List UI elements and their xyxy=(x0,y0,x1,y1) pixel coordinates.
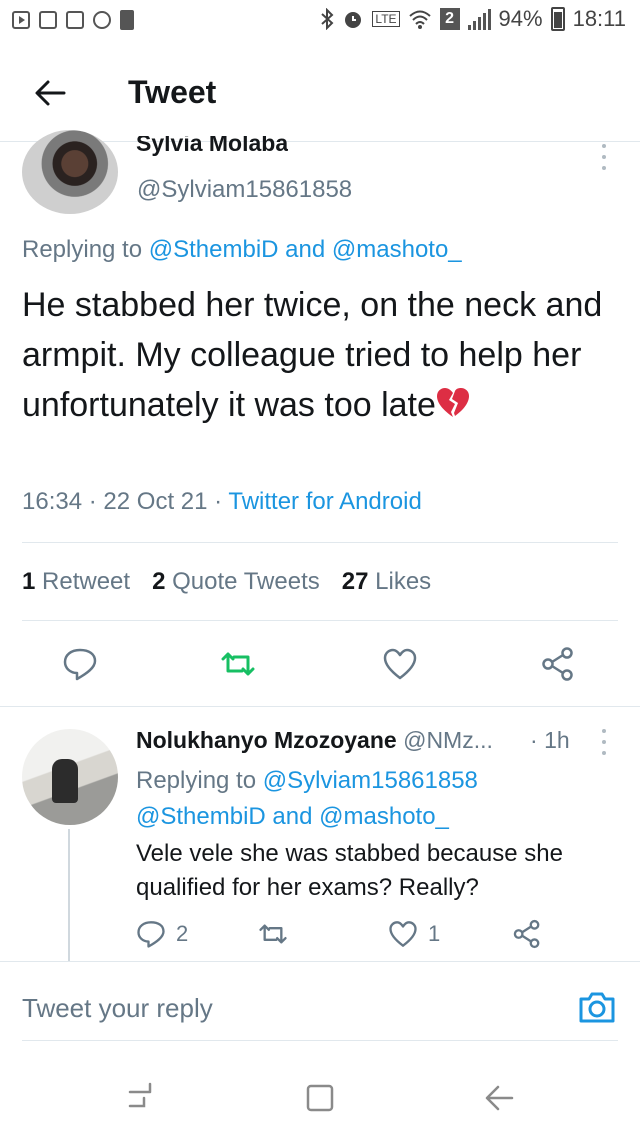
mention-link[interactable]: @SthembiD xyxy=(149,236,279,263)
back-nav-icon[interactable] xyxy=(480,1078,520,1118)
reply-time: · 1h xyxy=(530,727,570,753)
mail-notification-icon xyxy=(39,11,57,29)
reply-like-button[interactable]: 1 xyxy=(388,919,440,949)
reply-icon[interactable] xyxy=(62,646,98,682)
like-count: 1 xyxy=(428,921,441,946)
tweet-actions xyxy=(0,642,640,690)
replying-and[interactable]: and xyxy=(272,803,312,830)
replying-prefix: Replying to xyxy=(136,767,257,794)
battery-icon xyxy=(550,7,565,31)
tweet-options-icon[interactable] xyxy=(602,144,608,170)
tweet-stats: 1 Retweet 2 Quote Tweets 27 Likes xyxy=(22,568,431,596)
mention-link[interactable]: @mashoto_ xyxy=(319,803,449,830)
status-bar: LTE 2 94% 18:11 xyxy=(0,0,640,44)
clock: 18:11 xyxy=(572,6,626,31)
reply-author-name[interactable]: Nolukhanyo Mzozoyane xyxy=(136,727,397,753)
tweet-source-link[interactable]: Twitter for Android xyxy=(228,488,421,515)
battery-percent: 94% xyxy=(498,6,543,31)
like-heart-icon[interactable] xyxy=(382,646,418,682)
image-notification-icon xyxy=(66,11,84,29)
divider xyxy=(22,542,618,543)
author-handle[interactable]: @Sylviam15861858 xyxy=(137,176,352,204)
page-title: Tweet xyxy=(128,74,217,110)
replying-prefix: Replying to xyxy=(22,236,143,263)
reply-time-value: 1h xyxy=(544,727,570,753)
signal-icon xyxy=(467,8,491,30)
video-notification-icon xyxy=(12,11,30,29)
reply-author[interactable]: Nolukhanyo Mzozoyane @NMz... xyxy=(136,727,493,754)
retweet-icon xyxy=(259,924,287,944)
replying-and[interactable]: and xyxy=(285,236,325,263)
reply-count: 2 xyxy=(176,921,189,946)
tweet-meta: 16:34 · 22 Oct 21 · Twitter for Android xyxy=(22,488,422,516)
mention-link[interactable]: @SthembiD xyxy=(136,803,266,830)
share-icon xyxy=(513,919,540,949)
tweet-text: He stabbed her twice, on the neck and ar… xyxy=(22,280,622,430)
system-indicators: LTE 2 94% 18:11 xyxy=(320,6,626,32)
bluetooth-icon xyxy=(321,8,334,30)
reply-reply-button[interactable]: 2 xyxy=(136,919,188,949)
network-label: LTE xyxy=(372,11,400,27)
meta-separator: · xyxy=(214,488,223,515)
app-header: Tweet xyxy=(0,44,640,142)
wifi-icon xyxy=(408,10,431,29)
mention-link[interactable]: @mashoto_ xyxy=(332,236,462,263)
reply-retweet-button[interactable] xyxy=(258,919,288,949)
sync-notification-icon xyxy=(93,11,111,29)
reply-composer xyxy=(0,962,640,1046)
reply-input[interactable] xyxy=(22,988,542,1028)
home-icon[interactable] xyxy=(300,1078,340,1118)
reply-author-avatar[interactable] xyxy=(22,729,118,825)
reply-options-icon[interactable] xyxy=(602,729,608,755)
camera-icon[interactable] xyxy=(578,990,616,1024)
tweet-body: He stabbed her twice, on the neck and ar… xyxy=(22,286,603,424)
reply-replying-to: Replying to @Sylviam15861858 @SthembiD a… xyxy=(136,763,606,835)
back-arrow-icon[interactable] xyxy=(34,78,66,108)
system-nav-bar xyxy=(0,1060,640,1137)
reply-author-handle[interactable]: @NMz... xyxy=(403,727,493,753)
like-heart-icon xyxy=(389,921,417,947)
quote-tweets-stat[interactable]: 2 Quote Tweets xyxy=(152,568,320,596)
notification-icons xyxy=(12,10,134,30)
likes-stat[interactable]: 27 Likes xyxy=(342,568,431,596)
recent-apps-icon[interactable] xyxy=(124,1078,164,1118)
share-icon[interactable] xyxy=(540,646,576,682)
divider xyxy=(22,1040,618,1041)
sd-card-icon xyxy=(120,10,134,30)
reply-icon xyxy=(137,921,165,948)
reply-tweet[interactable]: Nolukhanyo Mzozoyane @NMz... · 1h Replyi… xyxy=(0,707,640,961)
sim-indicator: 2 xyxy=(439,8,460,30)
divider xyxy=(22,620,618,621)
meta-separator: · xyxy=(88,488,97,515)
retweets-stat[interactable]: 1 Retweet xyxy=(22,568,130,596)
tweet-date: 22 Oct 21 xyxy=(103,488,208,515)
reply-text: Vele vele she was stabbed because she qu… xyxy=(136,840,563,901)
reply-actions: 2 1 xyxy=(0,917,640,957)
author-avatar[interactable] xyxy=(22,130,118,214)
replying-to: Replying to @SthembiD and @mashoto_ xyxy=(22,236,462,264)
alarm-icon xyxy=(345,12,362,28)
retweet-icon[interactable] xyxy=(220,646,256,682)
broken-heart-emoji-icon xyxy=(436,388,469,417)
author-name[interactable]: Sylvia Molaba xyxy=(136,136,288,156)
mention-link[interactable]: @Sylviam15861858 xyxy=(263,767,478,794)
reply-share-button[interactable] xyxy=(512,919,542,949)
tweet-time: 16:34 xyxy=(22,488,83,515)
